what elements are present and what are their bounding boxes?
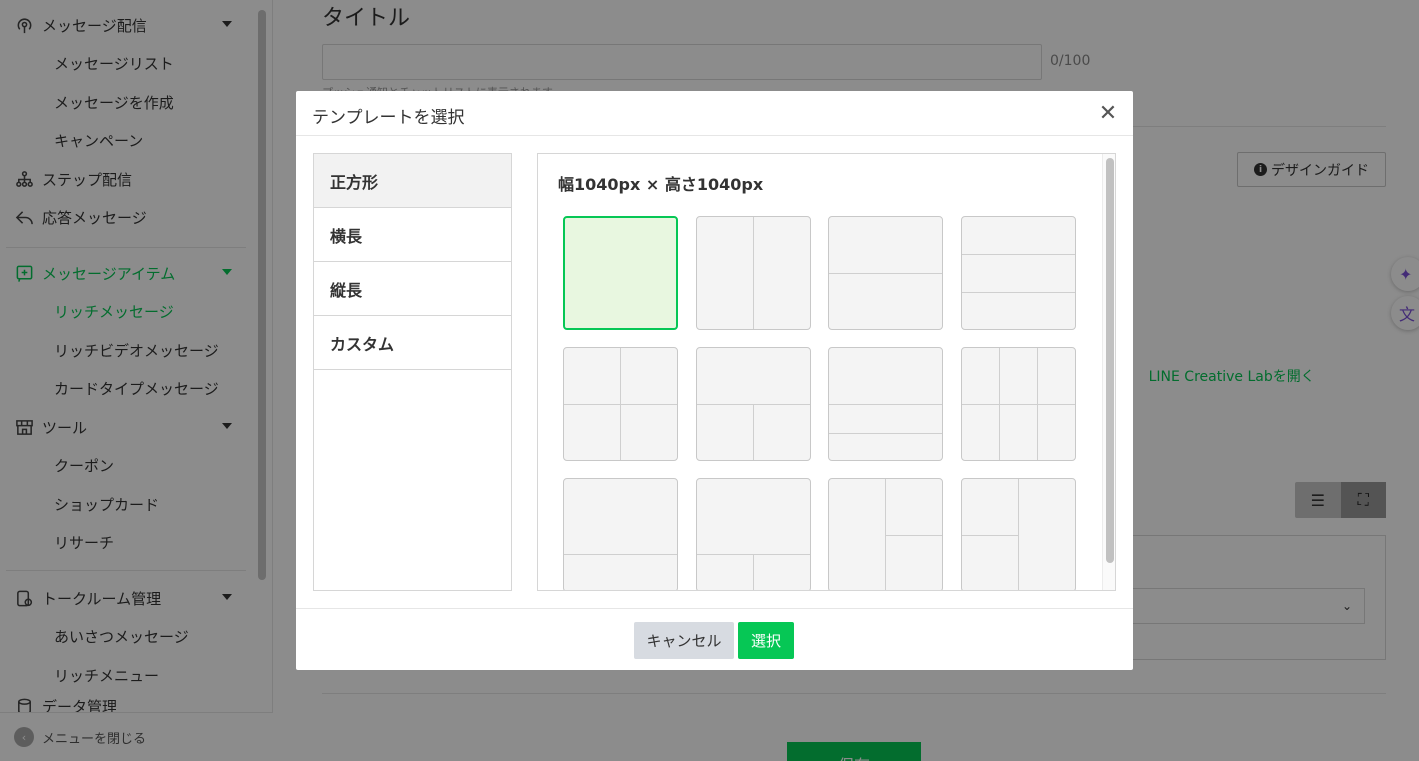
template-option-8[interactable] (961, 347, 1076, 461)
template-option-2[interactable] (696, 216, 811, 330)
select-button[interactable]: 選択 (738, 622, 794, 659)
template-option-5[interactable] (563, 347, 678, 461)
template-option-9[interactable] (563, 478, 678, 590)
template-panel: 幅1040px × 高さ1040px (537, 153, 1116, 591)
template-option-3[interactable] (828, 216, 943, 330)
template-option-1[interactable] (563, 216, 678, 330)
template-select-dialog: テンプレートを選択 ✕ 正方形 横長 縦長 カスタム 幅1040px × 高さ1… (296, 91, 1133, 670)
template-scrollbar[interactable] (1102, 154, 1115, 590)
template-option-10[interactable] (696, 478, 811, 590)
template-size-label: 幅1040px × 高さ1040px (558, 175, 764, 194)
tab-label: 正方形 (330, 172, 379, 192)
template-option-6[interactable] (696, 347, 811, 461)
tab-portrait[interactable]: 縦長 (314, 262, 511, 316)
tab-custom[interactable]: カスタム (314, 316, 511, 370)
tab-label: カスタム (330, 334, 395, 354)
dialog-title: テンプレートを選択 (312, 108, 465, 128)
dialog-footer: キャンセル 選択 (296, 608, 1133, 670)
cancel-button[interactable]: キャンセル (634, 622, 734, 659)
template-option-12[interactable] (961, 478, 1076, 590)
template-option-7[interactable] (828, 347, 943, 461)
dialog-header: テンプレートを選択 ✕ (296, 91, 1133, 136)
tab-landscape[interactable]: 横長 (314, 208, 511, 262)
tab-label: 横長 (330, 226, 363, 246)
close-icon[interactable]: ✕ (1096, 101, 1120, 126)
template-option-11[interactable] (828, 478, 943, 590)
template-category-tabs: 正方形 横長 縦長 カスタム (313, 153, 512, 591)
template-option-4[interactable] (961, 216, 1076, 330)
tab-label: 縦長 (330, 280, 363, 300)
tab-square[interactable]: 正方形 (314, 154, 511, 208)
